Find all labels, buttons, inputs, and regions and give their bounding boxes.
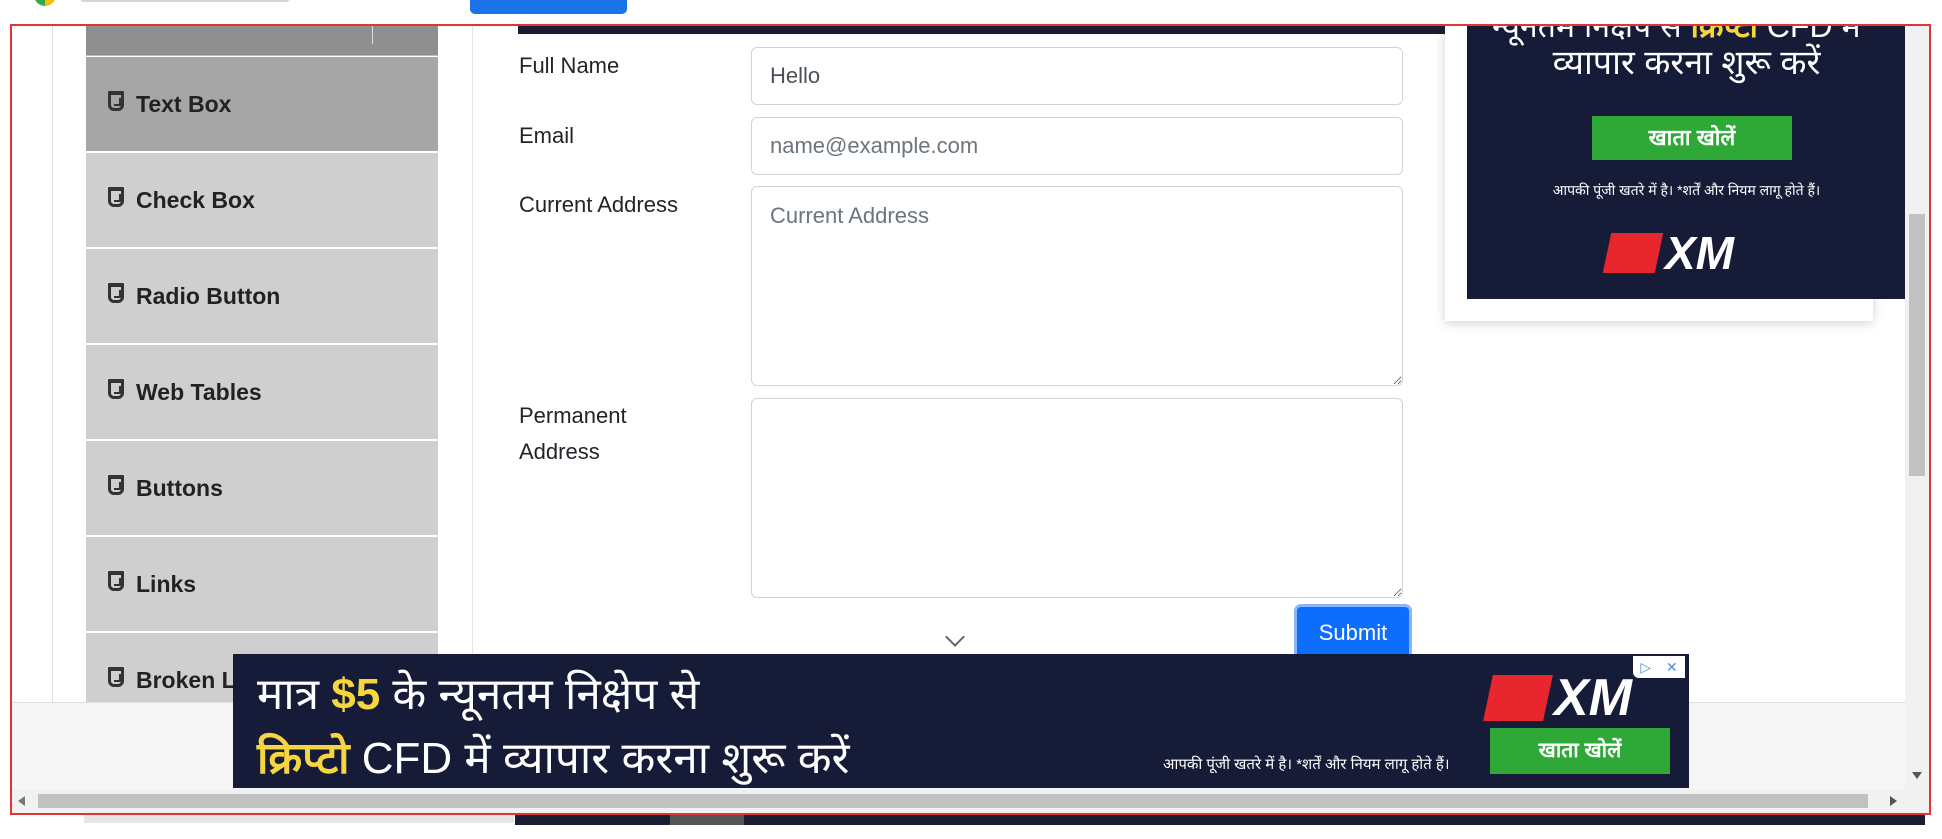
sidebar-item-label: Text Box bbox=[136, 90, 232, 117]
side-ad[interactable]: न्यूनतम निक्षेप से क्रिप्टो CFD में व्या… bbox=[1467, 26, 1906, 299]
close-icon[interactable]: ✕ bbox=[1666, 659, 1678, 676]
html5-icon bbox=[108, 667, 124, 687]
html5-icon bbox=[108, 475, 124, 495]
scroll-left-arrow-icon[interactable] bbox=[18, 796, 25, 806]
vertical-scrollbar[interactable] bbox=[1905, 26, 1929, 813]
left-divider bbox=[52, 26, 53, 702]
xm-logo-mark-icon bbox=[1483, 675, 1553, 721]
horizontal-scrollbar-thumb[interactable] bbox=[38, 794, 1868, 808]
header-banner-edge bbox=[518, 26, 1458, 34]
email-label: Email bbox=[519, 123, 575, 148]
ad-open-account-button[interactable]: खाता खोलें bbox=[1592, 116, 1792, 160]
taskbar-segment bbox=[84, 815, 514, 823]
sidebar-item-text-box[interactable]: Text Box bbox=[86, 56, 438, 152]
scroll-right-arrow-icon[interactable] bbox=[1890, 796, 1897, 806]
page-viewport: Text Box Check Box Radio Button Web Tabl… bbox=[10, 24, 1931, 815]
ad-disclaimer: आपकी पूंजी खतरे में है। *शर्तें और नियम … bbox=[1552, 182, 1821, 198]
permanent-address-textarea[interactable] bbox=[751, 398, 1403, 598]
sidebar-item-check-box[interactable]: Check Box bbox=[86, 152, 438, 248]
main-divider bbox=[472, 26, 473, 702]
ad-line-1: मात्र $5 के न्यूनतम निक्षेप से bbox=[257, 670, 700, 719]
scroll-down-arrow-icon[interactable] bbox=[1912, 772, 1922, 779]
sidebar-item-label: Radio Button bbox=[136, 282, 281, 309]
adchoices-icon[interactable]: ▷ bbox=[1640, 659, 1651, 676]
bottom-ad-banner[interactable]: मात्र $5 के न्यूनतम निक्षेप से क्रिप्टो … bbox=[233, 654, 1689, 788]
sidebar-item-buttons[interactable]: Buttons bbox=[86, 440, 438, 536]
email-input[interactable] bbox=[751, 117, 1403, 175]
cropped-header-text bbox=[80, 0, 290, 2]
full-name-label: Full Name bbox=[519, 53, 620, 78]
sidebar-item-radio-button[interactable]: Radio Button bbox=[86, 248, 438, 344]
ad-headline: व्यापार करना शुरू करें bbox=[1552, 44, 1821, 82]
full-name-input[interactable] bbox=[751, 47, 1403, 105]
divider bbox=[372, 26, 373, 44]
xm-logo: XM bbox=[1602, 226, 1734, 280]
permanent-address-label: Permanent Address bbox=[519, 403, 627, 464]
ad-open-account-button[interactable]: खाता खोलें bbox=[1490, 728, 1670, 774]
taskbar-item[interactable] bbox=[670, 815, 744, 825]
browser-bottom-strip bbox=[0, 815, 1942, 839]
ad-line-2: क्रिप्टो CFD में व्यापार करना शुरू करें bbox=[257, 734, 850, 783]
xm-logo: XM bbox=[1483, 668, 1632, 728]
vertical-scrollbar-thumb[interactable] bbox=[1909, 214, 1925, 476]
sidebar-item-label: Links bbox=[136, 570, 197, 597]
html5-icon bbox=[108, 571, 124, 591]
sidebar-group-header[interactable] bbox=[86, 26, 438, 56]
sidebar-item-links[interactable]: Links bbox=[86, 536, 438, 632]
sidebar-item-label: Buttons bbox=[136, 474, 223, 501]
current-address-label: Current Address bbox=[519, 192, 678, 217]
browser-logo-icon bbox=[34, 0, 56, 6]
sidebar-item-label: Web Tables bbox=[136, 378, 262, 405]
html5-icon bbox=[108, 379, 124, 399]
chevron-down-icon[interactable] bbox=[945, 627, 965, 647]
ad-controls: ▷ ✕ bbox=[1633, 656, 1685, 678]
html5-icon bbox=[108, 187, 124, 207]
horizontal-scrollbar[interactable] bbox=[12, 789, 1905, 813]
ad-disclaimer: आपकी पूंजी खतरे में है। *शर्तें और नियम … bbox=[1163, 756, 1450, 773]
html5-icon bbox=[108, 91, 124, 111]
html5-icon bbox=[108, 283, 124, 303]
sidebar-item-web-tables[interactable]: Web Tables bbox=[86, 344, 438, 440]
browser-top-strip bbox=[0, 0, 1942, 24]
sidebar-item-label: Check Box bbox=[136, 186, 255, 213]
current-address-textarea[interactable] bbox=[751, 186, 1403, 386]
sidebar: Text Box Check Box Radio Button Web Tabl… bbox=[86, 26, 438, 702]
xm-logo-mark-icon bbox=[1602, 233, 1664, 273]
cropped-header-button[interactable] bbox=[470, 0, 627, 14]
